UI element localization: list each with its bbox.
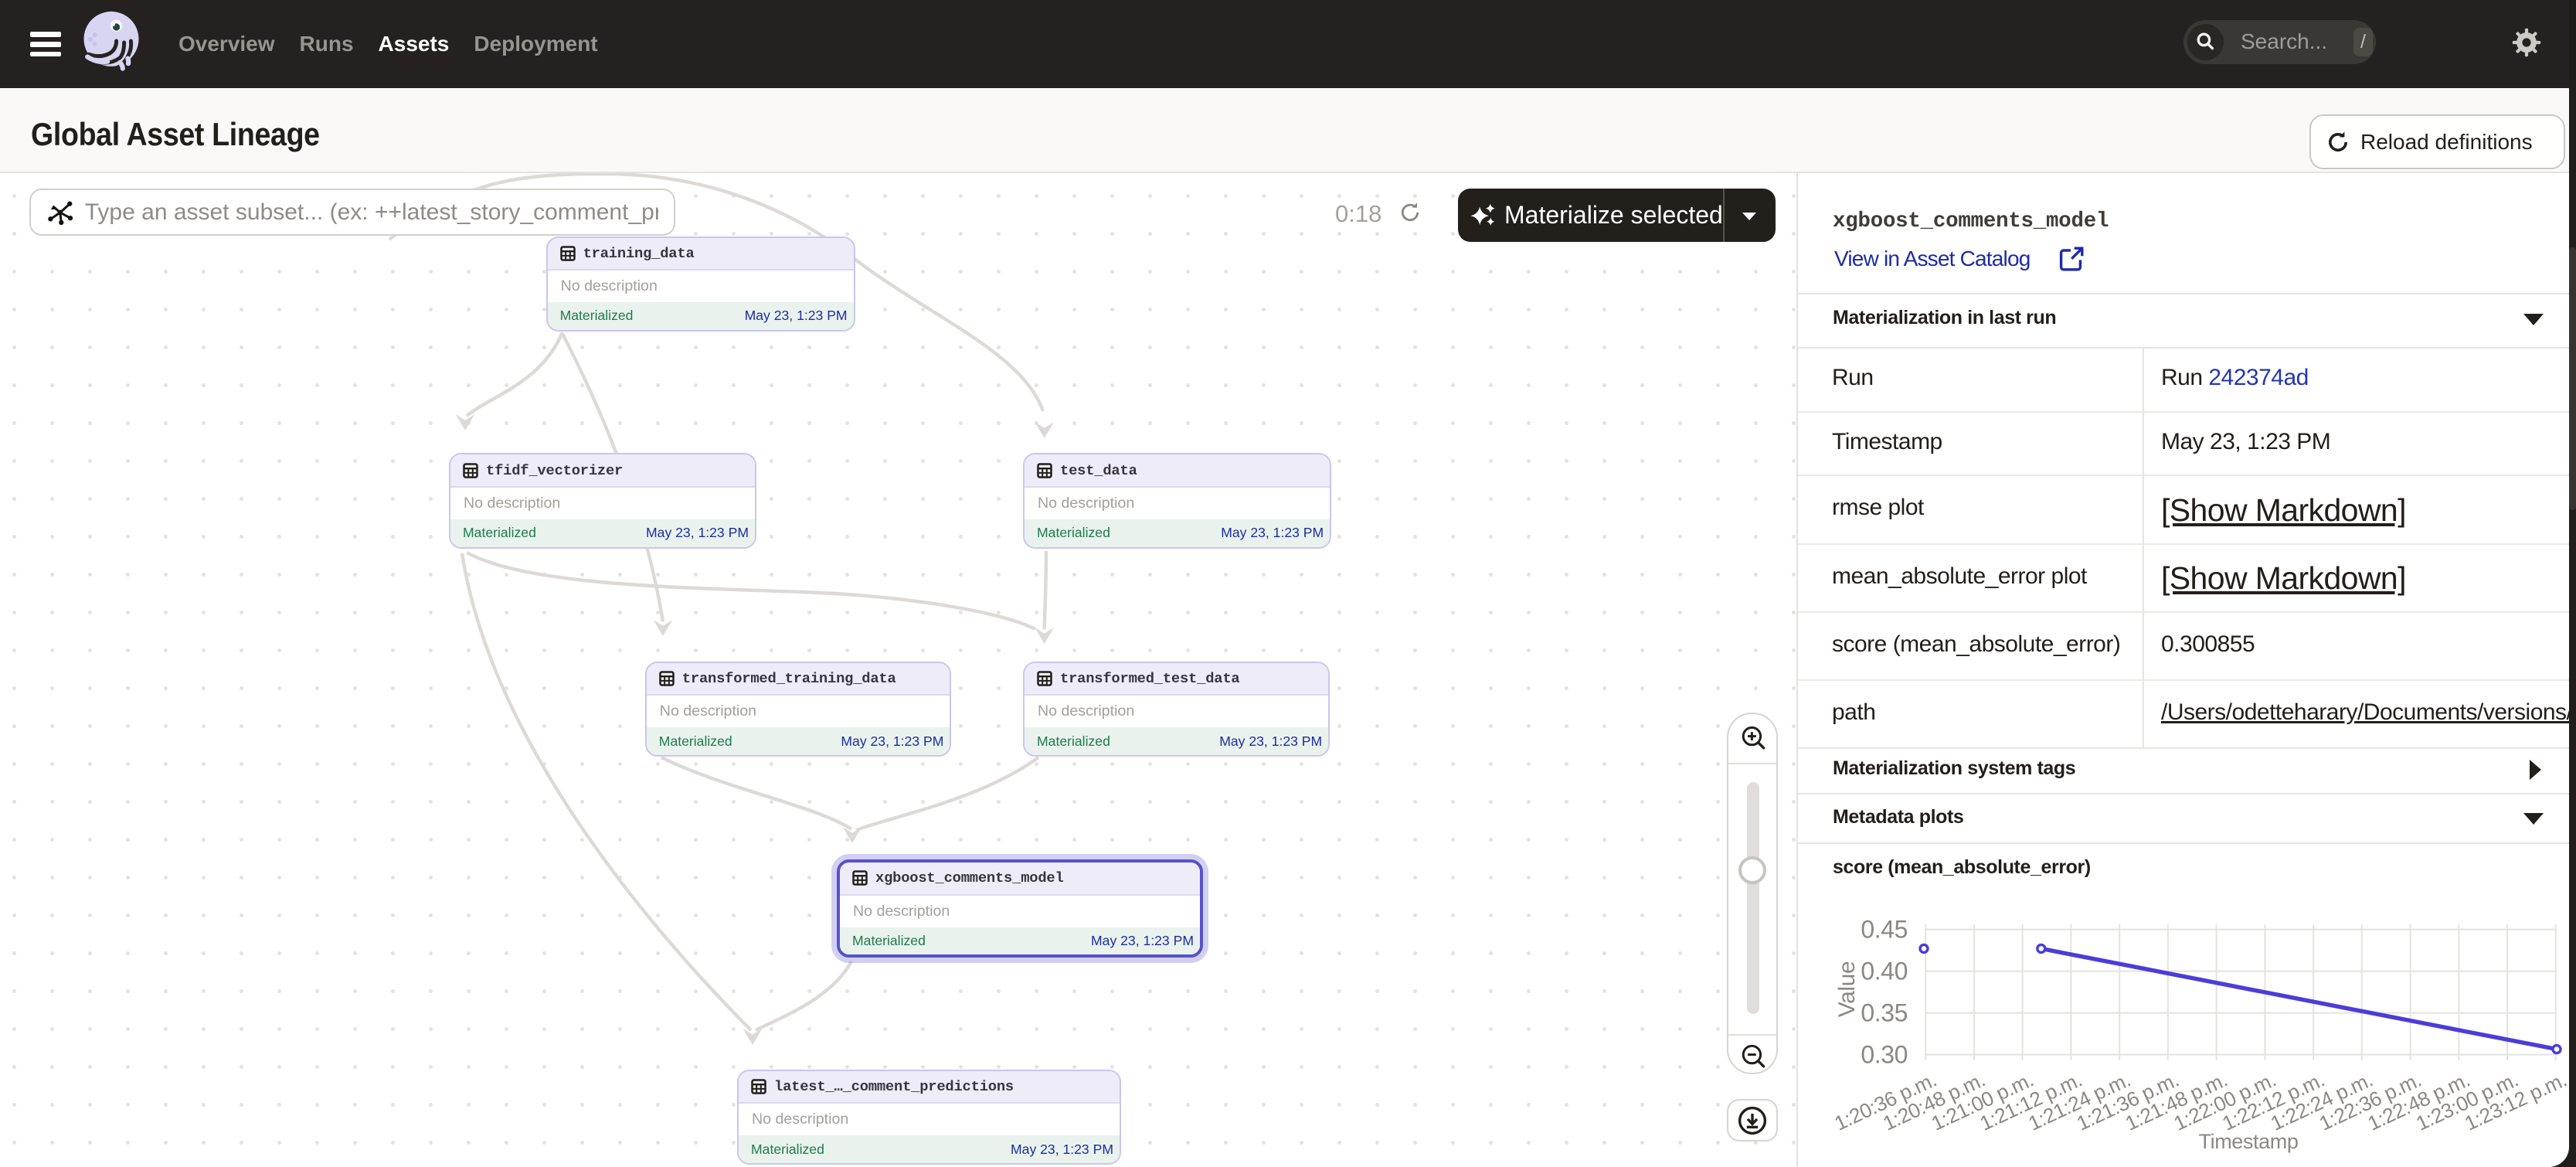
svg-text:0.30: 0.30 <box>1861 1041 1908 1069</box>
svg-text:Value: Value <box>1834 961 1860 1018</box>
svg-text:Timestamp: Timestamp <box>2199 1130 2299 1153</box>
svg-text:0.45: 0.45 <box>1861 916 1908 944</box>
svg-text:0.35: 0.35 <box>1861 999 1908 1027</box>
svg-text:0.40: 0.40 <box>1861 958 1908 985</box>
